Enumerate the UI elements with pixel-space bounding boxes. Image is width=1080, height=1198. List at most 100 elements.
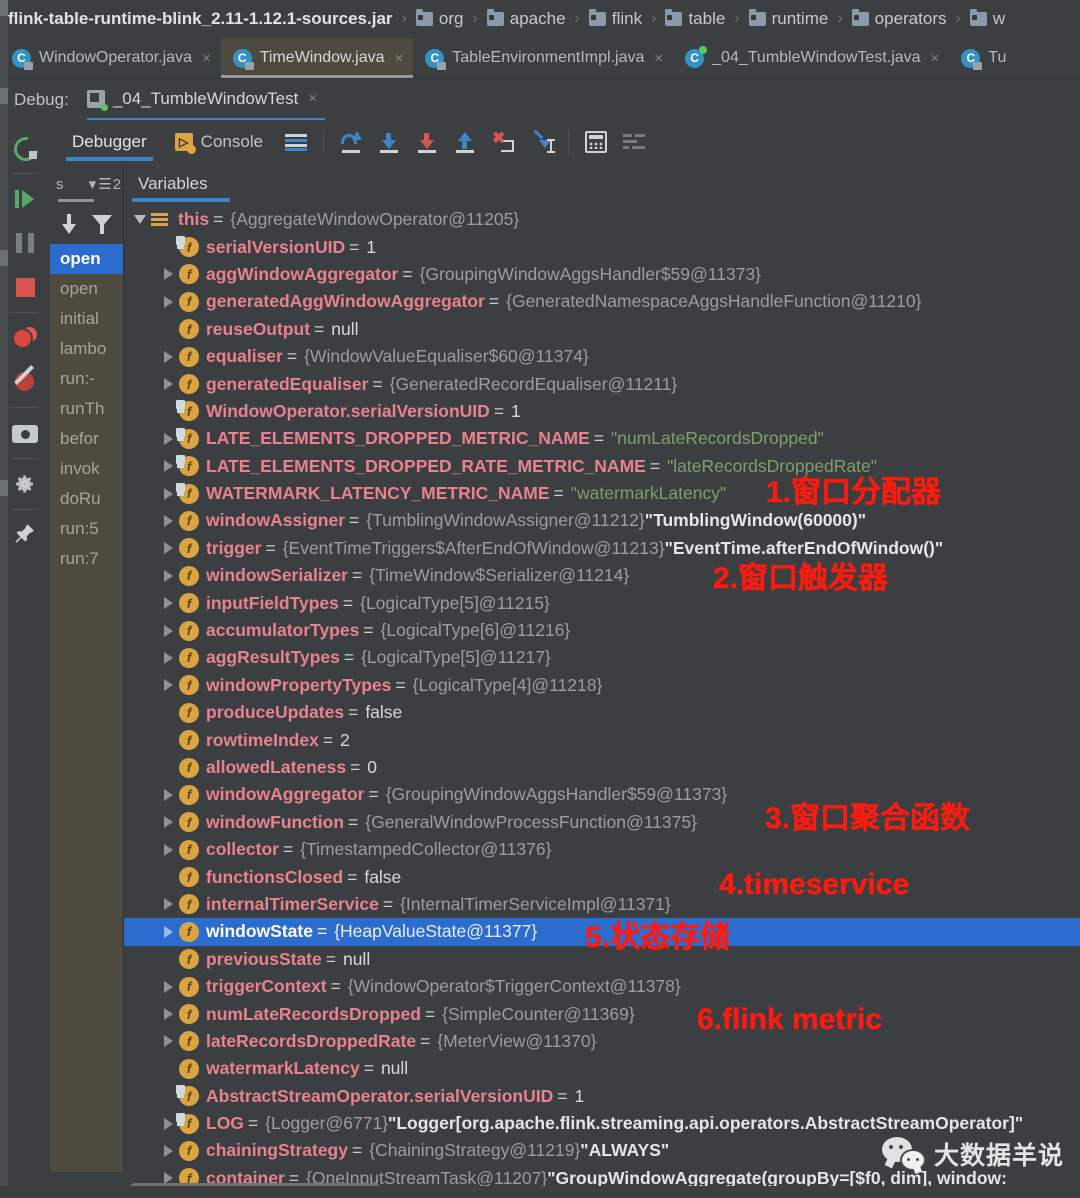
show-execution-point-button[interactable] — [277, 123, 315, 161]
expand-arrow-icon[interactable] — [160, 268, 176, 280]
variable-row[interactable]: fWATERMARK_LATENCY_METRIC_NAME="watermar… — [124, 480, 1080, 507]
variable-row[interactable]: fLOG={Logger@6771} "Logger[org.apache.fl… — [124, 1110, 1080, 1137]
frames-list[interactable]: open open initial lambο run:- runTh befo… — [50, 244, 123, 1198]
breadcrumb-jar[interactable]: flink-table-runtime-blink_2.11-1.12.1-so… — [8, 9, 393, 29]
variable-row[interactable]: fpreviousState=null — [124, 946, 1080, 973]
tab-time-window[interactable]: C TimeWindow.java × — [221, 38, 414, 78]
close-icon[interactable]: × — [202, 51, 211, 66]
arrow-down-icon[interactable] — [61, 214, 77, 234]
variable-row[interactable]: fWindowOperator.serialVersionUID=1 — [124, 398, 1080, 425]
variable-row[interactable]: fwindowSerializer={TimeWindow$Serializer… — [124, 562, 1080, 589]
breadcrumb-item-org[interactable]: org — [416, 9, 464, 29]
frame-item[interactable]: doRu — [50, 484, 123, 514]
variable-row[interactable]: faggWindowAggregator={GroupingWindowAggs… — [124, 261, 1080, 288]
frame-item[interactable]: befor — [50, 424, 123, 454]
expand-arrow-icon[interactable] — [160, 981, 176, 993]
variable-row[interactable]: fLATE_ELEMENTS_DROPPED_METRIC_NAME="numL… — [124, 425, 1080, 452]
variable-row[interactable]: flateRecordsDroppedRate={MeterView@11370… — [124, 1028, 1080, 1055]
variable-row[interactable]: fwatermarkLatency=null — [124, 1055, 1080, 1082]
expand-arrow-icon[interactable] — [160, 460, 176, 472]
variables-tab[interactable]: Variables — [124, 164, 1080, 204]
step-into-button[interactable] — [370, 123, 408, 161]
chevron-down-icon[interactable]: ▾ — [89, 175, 97, 193]
expand-arrow-icon[interactable] — [160, 816, 176, 828]
tab-window-operator[interactable]: C WindowOperator.java × — [0, 38, 221, 78]
frames-header[interactable]: s ▾ ☰ 2 — [50, 164, 123, 204]
layout-settings-button[interactable] — [615, 123, 653, 161]
expand-arrow-icon[interactable] — [160, 542, 176, 554]
expand-arrow-icon[interactable] — [160, 625, 176, 637]
breadcrumb-item-operators[interactable]: operators — [852, 9, 947, 29]
variable-row[interactable]: fwindowState={HeapValueState@11377} — [124, 918, 1080, 945]
breadcrumb-item-w[interactable]: w — [970, 9, 1005, 29]
expand-arrow-icon[interactable] — [160, 378, 176, 390]
breadcrumb-item-runtime[interactable]: runtime — [749, 9, 829, 29]
breadcrumb-item-flink[interactable]: flink — [589, 9, 642, 29]
view-breakpoints-button[interactable] — [4, 316, 46, 360]
expand-arrow-icon[interactable] — [160, 844, 176, 856]
expand-arrow-icon[interactable] — [160, 1008, 176, 1020]
drop-frame-button[interactable]: ✖ — [484, 123, 522, 161]
close-icon[interactable]: × — [308, 91, 317, 106]
pause-program-button[interactable] — [4, 221, 46, 265]
breadcrumb-item-apache[interactable]: apache — [487, 9, 566, 29]
frame-item[interactable]: initial — [50, 304, 123, 334]
expand-arrow-icon[interactable] — [160, 1145, 176, 1157]
expand-arrow-icon[interactable] — [160, 1035, 176, 1047]
frame-item[interactable]: runTh — [50, 394, 123, 424]
expand-arrow-icon[interactable] — [160, 515, 176, 527]
frame-item[interactable]: open — [50, 274, 123, 304]
run-to-cursor-button[interactable] — [522, 123, 560, 161]
variable-row[interactable]: fallowedLateness=0 — [124, 754, 1080, 781]
variable-row[interactable]: freuseOutput=null — [124, 316, 1080, 343]
evaluate-expression-button[interactable] — [577, 123, 615, 161]
variable-row[interactable]: fgeneratedEqualiser={GeneratedRecordEqua… — [124, 370, 1080, 397]
tab-truncated[interactable]: C Tu — [949, 38, 1016, 78]
expand-arrow-icon[interactable] — [160, 597, 176, 609]
variable-row[interactable]: ftrigger={EventTimeTriggers$AfterEndOfWi… — [124, 535, 1080, 562]
frame-item[interactable]: lambο — [50, 334, 123, 364]
variable-row[interactable]: fproduceUpdates=false — [124, 699, 1080, 726]
variable-row[interactable]: fwindowAssigner={TumblingWindowAssigner@… — [124, 507, 1080, 534]
variables-tree[interactable]: this={AggregateWindowOperator@11205}fser… — [124, 204, 1080, 1198]
force-step-into-button[interactable] — [408, 123, 446, 161]
step-out-button[interactable] — [446, 123, 484, 161]
frame-item[interactable]: run:7 — [50, 544, 123, 574]
resume-program-button[interactable] — [4, 177, 46, 221]
variable-row[interactable]: frowtimeIndex=2 — [124, 726, 1080, 753]
expand-arrow-icon[interactable] — [160, 570, 176, 582]
step-over-button[interactable] — [332, 123, 370, 161]
variable-row[interactable]: fAbstractStreamOperator.serialVersionUID… — [124, 1083, 1080, 1110]
variable-row[interactable]: fnumLateRecordsDropped={SimpleCounter@11… — [124, 1000, 1080, 1027]
expand-arrow-icon[interactable] — [160, 926, 176, 938]
variable-row[interactable]: finternalTimerService={InternalTimerServ… — [124, 891, 1080, 918]
frame-item[interactable]: invok — [50, 454, 123, 484]
expand-arrow-icon[interactable] — [160, 433, 176, 445]
variable-row[interactable]: finputFieldTypes={LogicalType[5]@11215} — [124, 589, 1080, 616]
frame-item[interactable]: open — [50, 244, 123, 274]
debug-session-tab[interactable]: _04_TumbleWindowTest × — [87, 89, 317, 111]
variable-row[interactable]: fwindowFunction={GeneralWindowProcessFun… — [124, 809, 1080, 836]
variable-row[interactable]: fLATE_ELEMENTS_DROPPED_RATE_METRIC_NAME=… — [124, 453, 1080, 480]
variable-row[interactable]: ffunctionsClosed=false — [124, 863, 1080, 890]
variable-row[interactable]: fwindowAggregator={GroupingWindowAggsHan… — [124, 781, 1080, 808]
expand-arrow-icon[interactable] — [160, 351, 176, 363]
variable-row[interactable]: faggResultTypes={LogicalType[5]@11217} — [124, 644, 1080, 671]
tab-table-environment-impl[interactable]: C TableEnvironmentImpl.java × — [413, 38, 673, 78]
variable-row[interactable]: this={AggregateWindowOperator@11205} — [124, 206, 1080, 233]
variable-row[interactable]: fwindowPropertyTypes={LogicalType[4]@112… — [124, 672, 1080, 699]
expand-arrow-icon[interactable] — [160, 898, 176, 910]
variable-row[interactable]: fserialVersionUID=1 — [124, 233, 1080, 260]
stop-button[interactable] — [4, 265, 46, 309]
frame-item[interactable]: run:5 — [50, 514, 123, 544]
variable-row[interactable]: fcollector={TimestampedCollector@11376} — [124, 836, 1080, 863]
variable-row[interactable]: fgeneratedAggWindowAggregator={Generated… — [124, 288, 1080, 315]
close-icon[interactable]: × — [395, 51, 404, 66]
variable-row[interactable]: faccumulatorTypes={LogicalType[6]@11216} — [124, 617, 1080, 644]
expand-arrow-icon[interactable] — [160, 1118, 176, 1130]
expand-arrow-icon[interactable] — [160, 652, 176, 664]
frame-item[interactable]: run:- — [50, 364, 123, 394]
screenshot-button[interactable] — [4, 411, 46, 455]
filter-icon[interactable] — [92, 214, 112, 234]
expand-arrow-icon[interactable] — [160, 488, 176, 500]
